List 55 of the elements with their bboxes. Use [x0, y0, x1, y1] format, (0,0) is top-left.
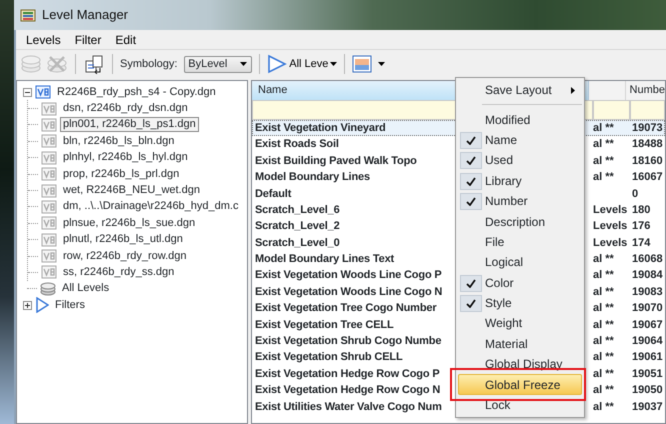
table-cell-text: 19061 [631, 350, 664, 366]
table-cell-text: 18488 [631, 137, 664, 152]
table-cell-text: Exist Vegetation Hedge Row Cogo P [254, 366, 441, 382]
table-cell-text: 180 [631, 202, 652, 218]
table-cell-text: 19064 [631, 334, 664, 350]
table-cell-text: al ** [593, 301, 615, 316]
table-cell-text: 19070 [631, 301, 664, 316]
table-cell-text: Exist Vegetation Tree CELL [254, 318, 395, 333]
table-cell-text: Model Boundary Lines [254, 170, 371, 186]
table-cell-text: Exist Vegetation Shrub CELL [254, 350, 404, 366]
table-cell-text: Exist Vegetation Woods Line Cogo P [254, 268, 443, 284]
table-cell-text: Exist Roads Soil [254, 137, 340, 152]
table-cell-text: Levels [593, 219, 628, 234]
table-cell-text: Default [254, 186, 292, 202]
table-cell-text: Scratch_Level_0 [254, 236, 341, 251]
table-cell-text: 18160 [631, 154, 664, 169]
table-cell-text: al ** [593, 366, 615, 382]
table-cell-text: Exist Vegetation Shrub Cogo Numbe [254, 334, 442, 350]
table-cell-text: al ** [593, 284, 615, 300]
table-cell-text: Exist Vegetation Vineyard [254, 120, 387, 136]
table-cell-text: al ** [593, 252, 615, 268]
table-cell-text: 174 [631, 236, 652, 251]
table-cell-text: 19084 [631, 268, 664, 284]
table-cell-text: 19073 [631, 120, 664, 136]
table-cell-text: 176 [631, 219, 652, 234]
table-cell-text: 16068 [631, 252, 664, 268]
table-cell-text: al ** [593, 268, 615, 284]
table-cell-text: Model Boundary Lines Text [254, 252, 396, 268]
table-cell-text: al ** [593, 170, 615, 186]
table-cell-text: al ** [593, 400, 615, 415]
table-cell-text: 19067 [631, 318, 664, 333]
table-cell-text: al ** [593, 137, 615, 152]
table-cell-text: Scratch_Level_6 [254, 202, 341, 218]
symbology-label: Symbology: [120, 56, 178, 72]
table-cell-text: 19051 [631, 366, 664, 382]
table-cell-text: al ** [593, 120, 615, 136]
table-cell-text: 19037 [631, 400, 664, 415]
table-cell-text: 0 [631, 186, 640, 202]
table-cell-text: al ** [593, 154, 615, 169]
table-cell-text: al ** [593, 334, 615, 350]
table-cell-text: Exist Vegetation Woods Line Cogo N [254, 284, 444, 300]
table-cell-text: al ** [593, 383, 615, 398]
table-cell-text: Exist Vegetation Hedge Row Cogo N [254, 383, 442, 398]
window-title: Level Manager [42, 6, 128, 24]
table-cell-text: 19050 [631, 383, 664, 398]
table-cell-text: Exist Utilities Water Valve Cogo Num [254, 400, 443, 415]
table-cell-text: Levels [593, 202, 628, 218]
table-cell-text: 16067 [631, 170, 664, 186]
table-cell-text: Levels [593, 236, 628, 251]
table-cell-text: Exist Building Paved Walk Topo [254, 154, 418, 169]
table-cell-text: al ** [593, 318, 615, 333]
table-cell-text: al ** [593, 350, 615, 366]
table-cell-text: 19083 [631, 284, 664, 300]
table-cell-text: Exist Vegetation Tree Cogo Number [254, 301, 438, 316]
table-cell-text: Scratch_Level_2 [254, 219, 341, 234]
